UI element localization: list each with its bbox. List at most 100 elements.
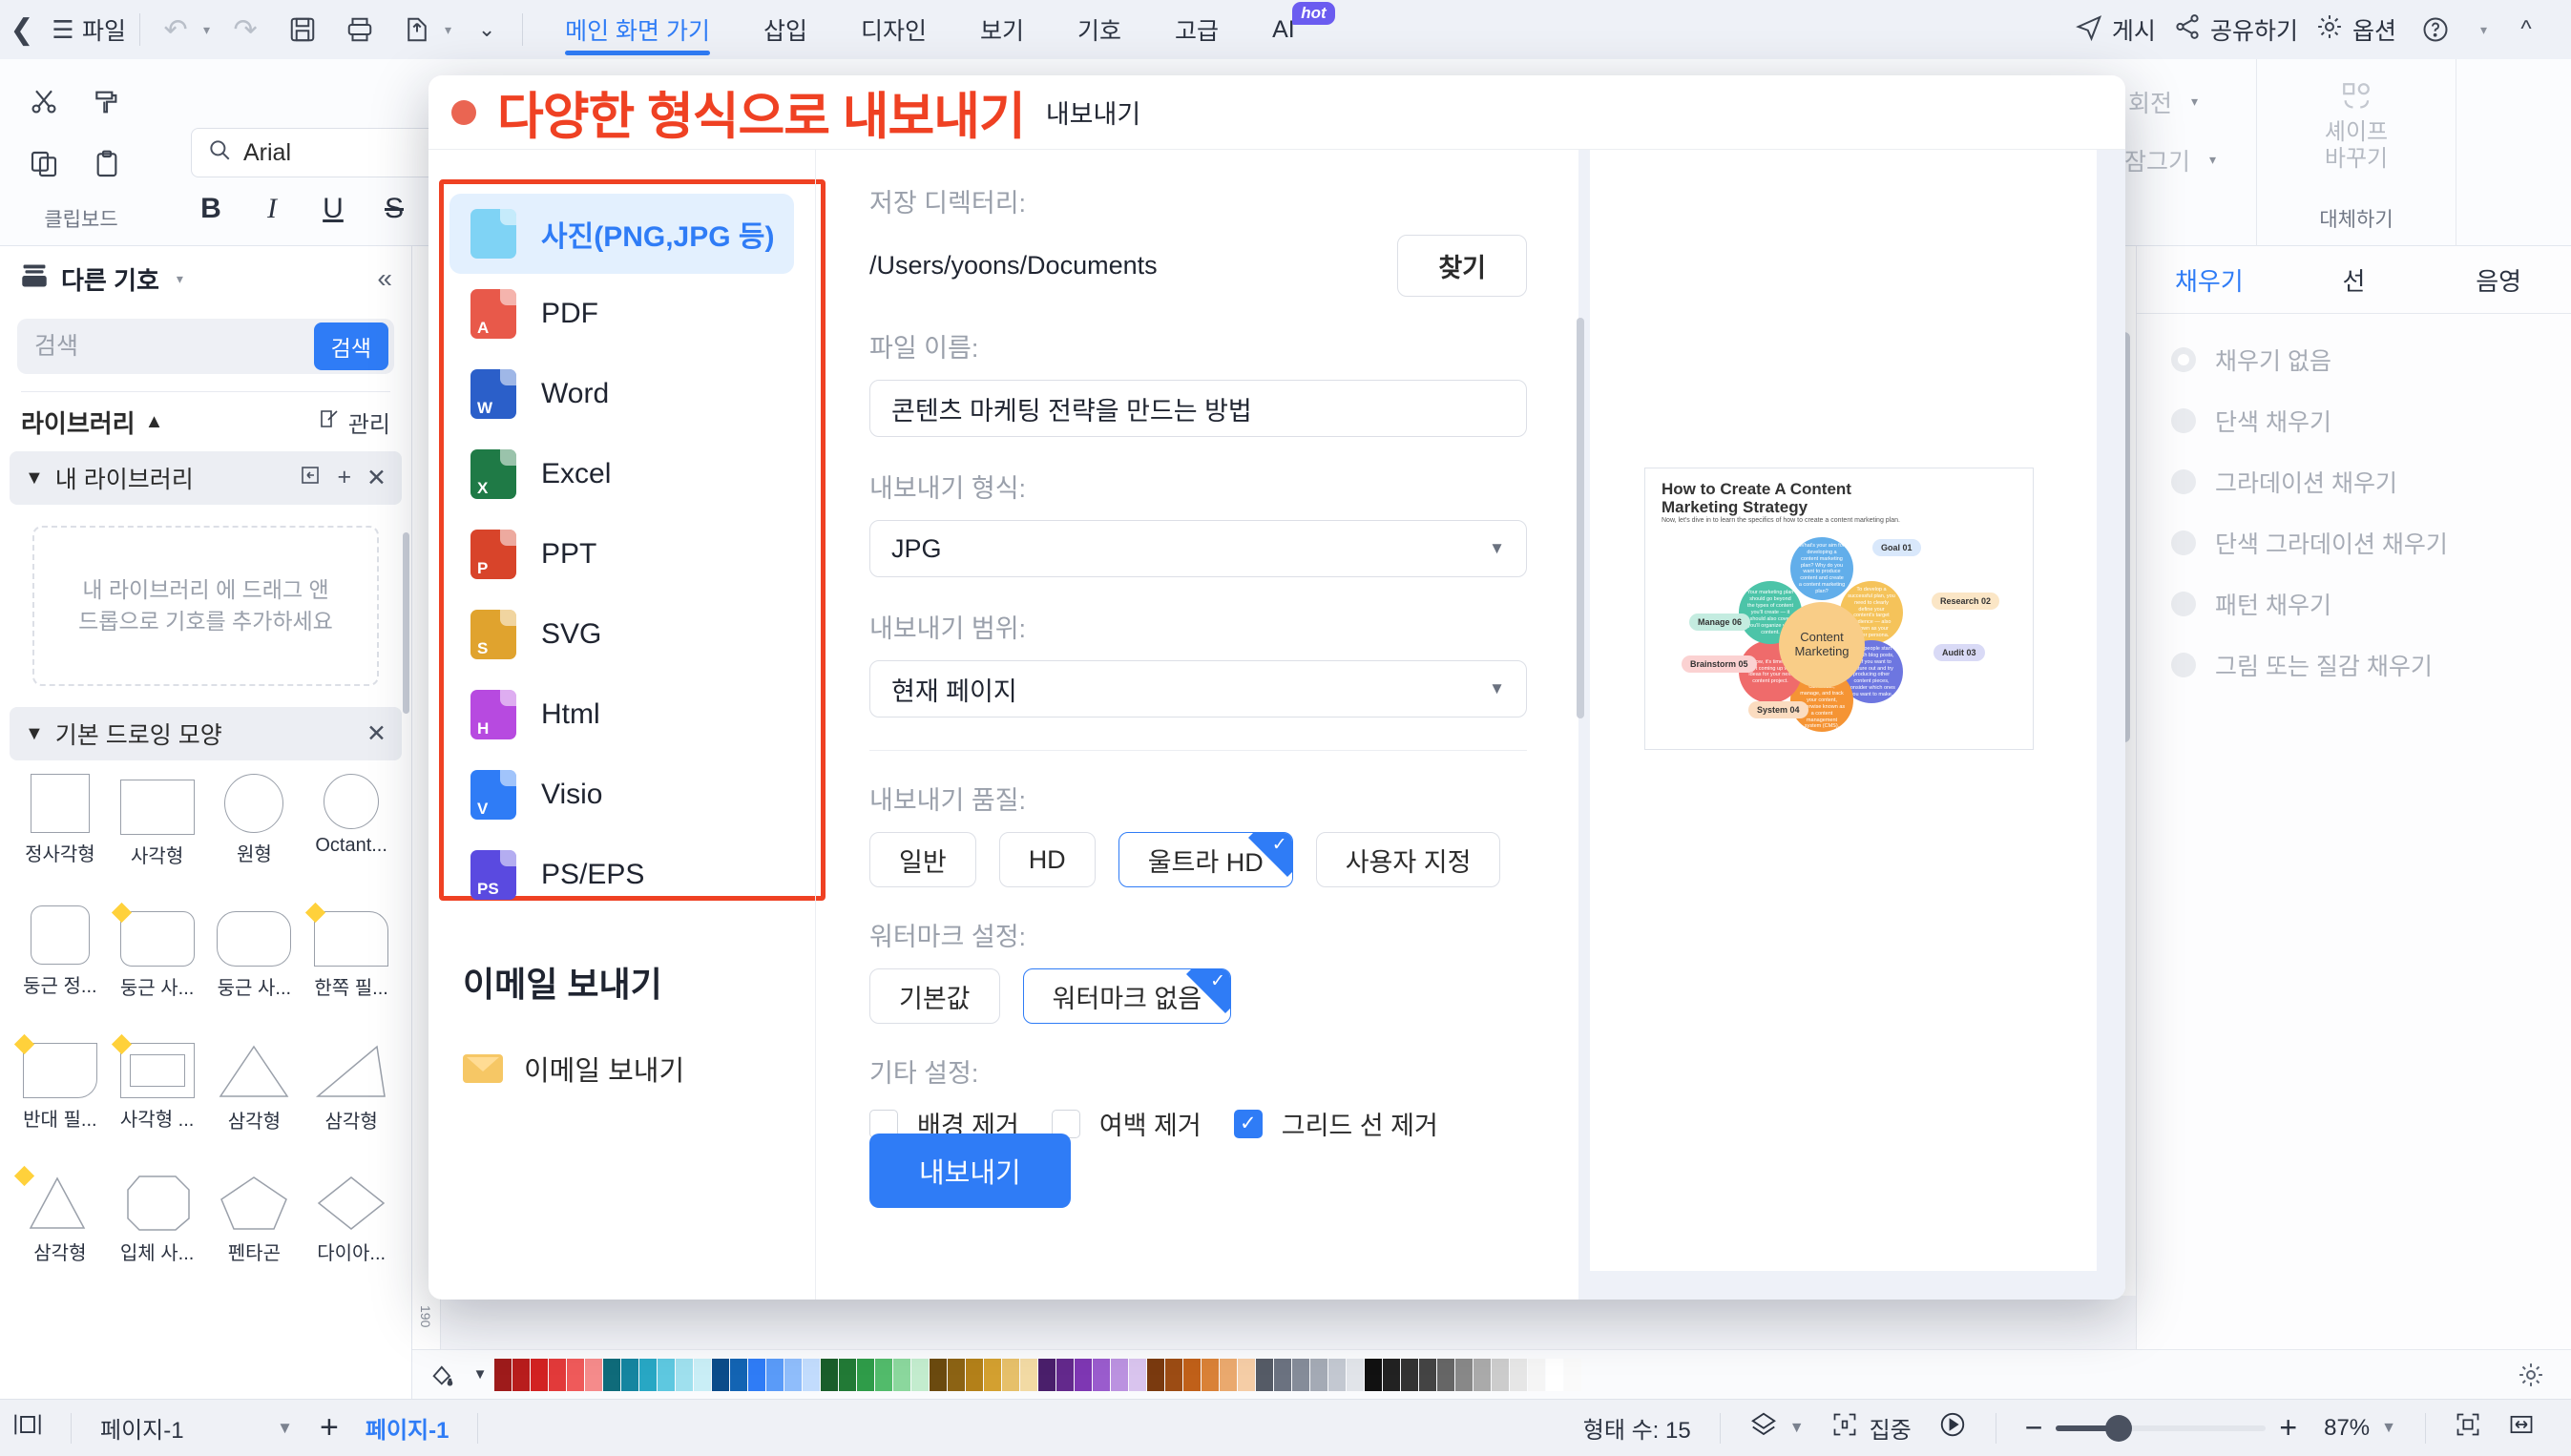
color-swatch[interactable] xyxy=(1202,1358,1219,1391)
fill-option-none[interactable]: 채우기 없음 xyxy=(2137,329,2571,390)
chevron-down-icon[interactable]: ▼ xyxy=(277,1419,293,1438)
color-swatch[interactable] xyxy=(603,1358,620,1391)
options-button[interactable]: 옵션 xyxy=(2315,12,2396,48)
color-swatch[interactable] xyxy=(694,1358,711,1391)
redo-icon[interactable]: ↷ xyxy=(223,8,267,52)
color-swatch[interactable] xyxy=(1292,1358,1309,1391)
color-swatch[interactable] xyxy=(1020,1358,1037,1391)
fill-option-picture[interactable]: 그림 또는 질감 채우기 xyxy=(2137,634,2571,696)
checkbox-remove-gridline[interactable]: ✓ xyxy=(1233,1109,1263,1138)
color-swatch[interactable] xyxy=(1365,1358,1382,1391)
color-swatch[interactable] xyxy=(676,1358,693,1391)
color-swatch[interactable] xyxy=(1328,1358,1346,1391)
color-swatch[interactable] xyxy=(1165,1358,1182,1391)
quality-option-hd[interactable]: HD xyxy=(998,832,1096,887)
save-icon[interactable] xyxy=(281,8,324,52)
tab-shadow[interactable]: 음영 xyxy=(2426,262,2571,298)
color-swatch[interactable] xyxy=(1129,1358,1146,1391)
help-icon[interactable] xyxy=(2414,8,2457,52)
fill-option-solid[interactable]: 단색 채우기 xyxy=(2137,390,2571,451)
layers-button[interactable]: ▼ xyxy=(1736,1410,1818,1446)
format-item-svg[interactable]: S SVG xyxy=(449,594,794,675)
shape-item[interactable]: 사각형 ... xyxy=(109,1033,206,1159)
quality-option-ultra-hd[interactable]: 울트라 HD ✓ xyxy=(1118,832,1293,887)
chevron-down-icon[interactable]: ▼ xyxy=(1489,679,1505,698)
focus-button[interactable]: 집중 xyxy=(1818,1411,1925,1445)
zoom-out-button[interactable]: − xyxy=(2012,1410,2057,1446)
export-button[interactable]: 내보내기 xyxy=(869,1134,1071,1208)
color-swatch[interactable] xyxy=(1256,1358,1273,1391)
color-swatch[interactable] xyxy=(1310,1358,1327,1391)
color-swatch[interactable] xyxy=(1347,1358,1364,1391)
email-send-item[interactable]: 이메일 보내기 xyxy=(463,1049,815,1089)
color-swatch[interactable] xyxy=(1147,1358,1164,1391)
color-swatch[interactable] xyxy=(1510,1358,1527,1391)
color-swatch[interactable] xyxy=(1002,1358,1019,1391)
radio-icon[interactable] xyxy=(2171,530,2196,555)
undo-icon[interactable]: ↶ xyxy=(154,8,198,52)
radio-icon[interactable] xyxy=(2171,653,2196,677)
fill-color-icon[interactable] xyxy=(420,1362,466,1388)
color-swatch[interactable] xyxy=(549,1358,566,1391)
color-swatch[interactable] xyxy=(966,1358,983,1391)
format-item-ps-eps[interactable]: PS PS/EPS xyxy=(449,835,794,915)
library-dropzone[interactable]: 내 라이브러리 에 드래그 앤 드롭으로 기호를 추가하세요 xyxy=(32,526,379,686)
file-name-input[interactable]: 콘텐츠 마케팅 전략을 만드는 방법 xyxy=(869,380,1527,437)
shape-item[interactable]: 정사각형 xyxy=(11,774,109,896)
shape-item[interactable]: 원형 xyxy=(206,774,303,896)
gear-icon[interactable] xyxy=(2506,1356,2556,1394)
add-page-button[interactable]: + xyxy=(306,1409,352,1446)
shape-item[interactable]: 둥근 사... xyxy=(206,905,303,1028)
color-swatch[interactable] xyxy=(911,1358,929,1391)
export-range-select[interactable]: 현재 페이지 ▼ xyxy=(869,660,1527,718)
play-button[interactable] xyxy=(1925,1410,1980,1446)
zoom-value[interactable]: 87% ▼ xyxy=(2310,1415,2410,1442)
format-item-excel[interactable]: X Excel xyxy=(449,434,794,514)
color-swatch[interactable] xyxy=(821,1358,838,1391)
color-swatches[interactable] xyxy=(494,1358,1581,1391)
format-item-image[interactable]: 사진(PNG,JPG 등) xyxy=(449,194,794,274)
fit-width-button[interactable] xyxy=(2495,1411,2548,1445)
color-swatch[interactable] xyxy=(1546,1358,1563,1391)
print-icon[interactable] xyxy=(338,8,382,52)
shape-item[interactable]: 펜타곤 xyxy=(206,1169,303,1291)
color-swatch[interactable] xyxy=(1093,1358,1110,1391)
color-swatch[interactable] xyxy=(1183,1358,1201,1391)
format-item-ppt[interactable]: P PPT xyxy=(449,514,794,594)
shape-item[interactable]: 사각형 xyxy=(109,774,206,896)
search-button[interactable]: 검색 xyxy=(313,322,388,370)
shape-item[interactable]: 둥근 사... xyxy=(109,902,206,1028)
bold-button[interactable]: B xyxy=(191,193,231,225)
more-chevron-down-icon[interactable]: ⌄ xyxy=(465,8,509,52)
collapse-ribbon-icon[interactable]: ^ xyxy=(2504,8,2548,52)
shape-change-button[interactable]: 셰이프 바꾸기 xyxy=(2257,59,2456,172)
shape-item[interactable]: 삼각형 xyxy=(206,1037,303,1159)
hamburger-icon[interactable]: ☰ xyxy=(44,8,82,52)
color-swatch[interactable] xyxy=(1474,1358,1491,1391)
export-icon[interactable] xyxy=(395,8,439,52)
tab-main[interactable]: 메인 화면 가기 xyxy=(565,0,710,59)
color-swatch[interactable] xyxy=(893,1358,910,1391)
shape-item[interactable]: 삼각형 xyxy=(11,1165,109,1291)
fill-option-solid-gradient[interactable]: 단색 그라데이션 채우기 xyxy=(2137,512,2571,573)
rotate-chevron-down-icon[interactable]: ▾ xyxy=(2191,94,2198,110)
format-item-visio[interactable]: V Visio xyxy=(449,755,794,835)
shape-item[interactable]: 반대 필... xyxy=(11,1033,109,1159)
watermark-option-default[interactable]: 기본값 xyxy=(869,968,1000,1024)
color-swatch[interactable] xyxy=(1419,1358,1436,1391)
radio-icon[interactable] xyxy=(2171,592,2196,616)
color-swatch[interactable] xyxy=(639,1358,657,1391)
chevron-down-icon[interactable]: ▼ xyxy=(1489,539,1505,558)
chevron-down-icon[interactable]: ▼ xyxy=(2381,1420,2396,1437)
color-swatch[interactable] xyxy=(784,1358,802,1391)
left-panel-chevron-down-icon[interactable]: ▾ xyxy=(177,271,183,287)
color-swatch[interactable] xyxy=(621,1358,638,1391)
color-swatch[interactable] xyxy=(984,1358,1001,1391)
shape-item[interactable]: 둥근 정... xyxy=(11,905,109,1028)
tab-ai[interactable]: AI hot xyxy=(1272,0,1335,59)
lock-chevron-down-icon[interactable]: ▾ xyxy=(2209,152,2216,168)
fill-option-pattern[interactable]: 패턴 채우기 xyxy=(2137,573,2571,634)
color-swatch[interactable] xyxy=(1401,1358,1418,1391)
shape-item[interactable]: Octant... xyxy=(303,774,400,896)
color-swatch[interactable] xyxy=(712,1358,729,1391)
